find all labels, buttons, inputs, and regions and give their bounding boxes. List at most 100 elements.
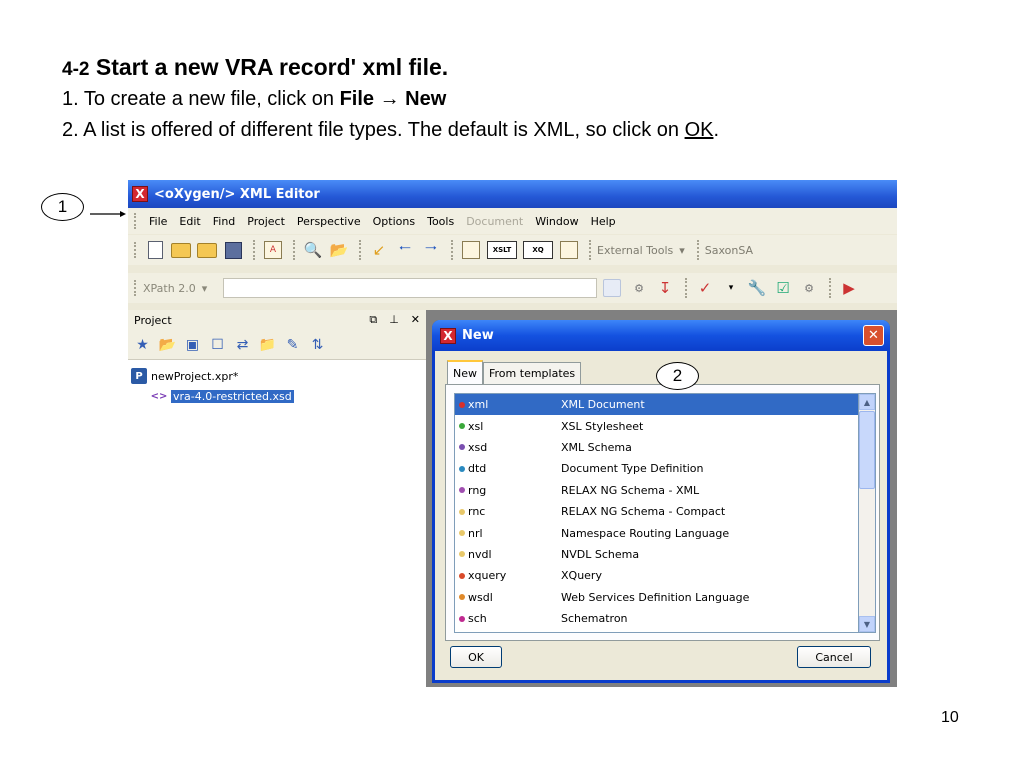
add-files-icon[interactable]: ☐ <box>207 335 228 355</box>
step-2-ok: OK <box>684 119 714 141</box>
save-project-icon[interactable]: ▣ <box>182 335 203 355</box>
file-type-row[interactable]: rng RELAX NG Schema - XML <box>455 480 858 501</box>
file-type-row[interactable]: wsdl Web Services Definition Language <box>455 587 858 608</box>
dialog-title: New <box>462 328 494 343</box>
validate-shortcut-button[interactable]: ↧ <box>653 276 677 300</box>
project-file-icon: P <box>131 368 147 384</box>
external-tools-dropdown-icon[interactable]: ▾ <box>679 244 685 257</box>
menu-options[interactable]: Options <box>367 215 421 228</box>
pin-icon[interactable]: ⊥ <box>389 313 399 327</box>
toolbar-grip <box>134 242 137 258</box>
jump-button[interactable]: ↙ <box>367 238 391 262</box>
menubar-grip <box>134 213 137 229</box>
tab-from-templates[interactable]: From templates <box>483 362 582 384</box>
list-scrollbar[interactable]: ▲ ▼ <box>859 393 876 633</box>
xslt-debug-button[interactable]: XSLT <box>485 238 519 262</box>
menu-help[interactable]: Help <box>585 215 622 228</box>
find-button[interactable]: 🔍 <box>301 238 325 262</box>
file-type-dot-icon <box>459 530 465 537</box>
associate-settings-button[interactable]: ⚙ <box>797 276 821 300</box>
xpath-settings-button[interactable]: ⚙ <box>627 276 651 300</box>
step-2-text: 2. A list is offered of different file t… <box>62 119 685 141</box>
toolbar-separator <box>359 240 361 260</box>
saxon-menu[interactable]: SaxonSA <box>705 244 753 257</box>
file-type-row[interactable]: dtd Document Type Definition <box>455 458 858 479</box>
filters-icon[interactable]: ⇅ <box>307 335 328 355</box>
file-type-row[interactable]: nvdl NVDL Schema <box>455 544 858 565</box>
tree-item-xsd[interactable]: <> vra-4.0-restricted.xsd <box>151 386 423 406</box>
float-window-icon[interactable]: ⧉ <box>369 313 377 327</box>
xml-editor-window: X <oXygen/> XML Editor File Edit Find Pr… <box>128 180 897 687</box>
new-folder-icon[interactable]: 📁 <box>257 335 278 355</box>
toolbar-grip <box>134 280 137 296</box>
external-tools-menu[interactable]: External Tools <box>597 244 673 257</box>
tree-item-project[interactable]: P newProject.xpr* <box>131 366 423 386</box>
file-type-row[interactable]: xsl XSL Stylesheet <box>455 415 858 436</box>
close-icon[interactable]: ✕ <box>411 313 420 327</box>
find-in-files-button[interactable]: 📂 <box>327 238 351 262</box>
dialog-tabs: New From templates <box>447 360 582 384</box>
ok-button[interactable]: OK <box>450 646 502 668</box>
scroll-up-icon[interactable]: ▲ <box>859 394 875 410</box>
menu-find[interactable]: Find <box>207 215 242 228</box>
menu-window[interactable]: Window <box>529 215 584 228</box>
xpath-input[interactable] <box>223 278 597 298</box>
file-type-row[interactable]: nrl Namespace Routing Language <box>455 522 858 543</box>
scroll-thumb[interactable] <box>859 411 875 489</box>
validate-button[interactable]: ✓ <box>693 276 717 300</box>
file-type-description: XML Document <box>561 398 645 412</box>
file-type-row[interactable]: xquery XQuery <box>455 565 858 586</box>
menu-project[interactable]: Project <box>241 215 291 228</box>
scroll-down-icon[interactable]: ▼ <box>859 616 875 632</box>
xquery-debug-button[interactable]: XQ <box>521 238 555 262</box>
back-button[interactable]: 🠀 <box>393 238 417 262</box>
step-1-new: New <box>405 88 447 110</box>
project-panel: Project ⧉ ⊥ ✕ ★ 📂 ▣ ☐ ⇄ 📁 ✎ ⇅ P newProje… <box>128 310 426 687</box>
file-type-row[interactable]: sch Schematron <box>455 608 858 629</box>
step-1-text: 1. To create a new file, click on <box>62 88 340 110</box>
run-transform-button[interactable]: ▶ <box>837 276 861 300</box>
step-2-suffix: . <box>713 119 720 141</box>
validate-schema-button[interactable]: ☑ <box>771 276 795 300</box>
menu-perspective[interactable]: Perspective <box>291 215 367 228</box>
file-type-row[interactable]: xsd XML Schema <box>455 437 858 458</box>
menu-tools[interactable]: Tools <box>421 215 460 228</box>
file-type-extension: wsdl <box>468 590 493 604</box>
new-file-button[interactable] <box>143 238 167 262</box>
callout-arrow <box>90 211 126 217</box>
file-type-dot-icon <box>459 572 465 579</box>
file-type-description: Schematron <box>561 612 628 626</box>
tab-new[interactable]: New <box>447 360 483 384</box>
menu-edit[interactable]: Edit <box>173 215 206 228</box>
page-number: 10 <box>941 709 959 726</box>
title-number: 4-2 <box>62 59 90 80</box>
file-type-row[interactable]: rnc RELAX NG Schema - Compact <box>455 501 858 522</box>
open-project-icon[interactable]: 📂 <box>157 335 178 355</box>
toolbar-separator <box>451 240 453 260</box>
configure-transform-button[interactable] <box>459 238 483 262</box>
open-url-button[interactable] <box>195 238 219 262</box>
validate-dropdown[interactable]: ▾ <box>719 276 743 300</box>
toolbar-separator <box>589 240 591 260</box>
save-button[interactable] <box>221 238 245 262</box>
xpath-version-select[interactable]: XPath 2.0 ▾ <box>143 278 223 298</box>
back-arrow-icon: 🠀 <box>398 238 412 257</box>
add-edited-file-icon[interactable]: ✎ <box>282 335 303 355</box>
link-editor-icon[interactable]: ⇄ <box>232 335 253 355</box>
edit-document-button[interactable]: A <box>261 238 285 262</box>
new-project-icon[interactable]: ★ <box>132 335 153 355</box>
file-type-extension: xml <box>468 398 489 412</box>
forward-button[interactable]: 🠂 <box>419 238 443 262</box>
wellformed-button[interactable]: 🔧 <box>745 276 769 300</box>
tile-button[interactable] <box>557 238 581 262</box>
cancel-button[interactable]: Cancel <box>797 646 871 668</box>
file-type-row[interactable]: xml XML Document <box>455 394 858 416</box>
open-button[interactable] <box>169 238 193 262</box>
dialog-close-button[interactable]: ✕ <box>863 325 884 346</box>
slide-title: 4-2 Start a new VRA record' xml file. <box>62 54 448 81</box>
file-type-description: Namespace Routing Language <box>561 526 730 540</box>
xpath-history-dropdown[interactable] <box>603 279 621 297</box>
file-type-extension: sch <box>468 612 487 626</box>
menu-document[interactable]: Document <box>460 215 529 228</box>
menu-file[interactable]: File <box>143 215 173 228</box>
